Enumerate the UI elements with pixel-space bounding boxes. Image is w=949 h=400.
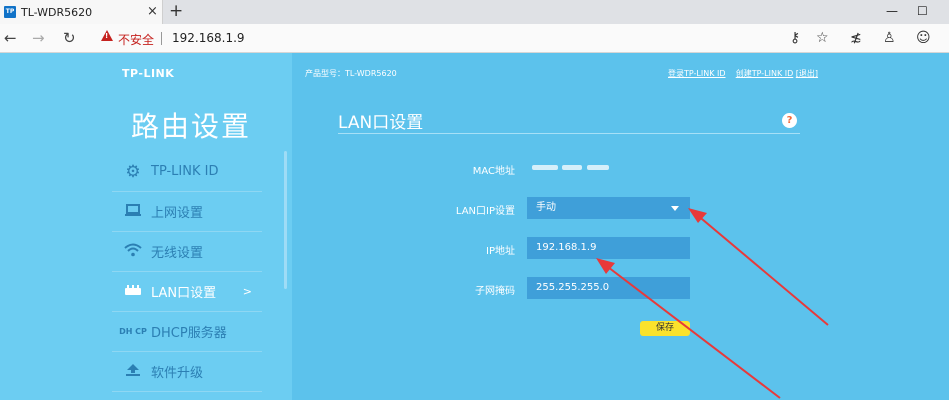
- dhcp-icon: DH CP: [119, 326, 147, 336]
- address-divider: [161, 32, 162, 45]
- sidebar-item-label: 软件升级: [151, 366, 204, 381]
- mac-address-value-blurred: [532, 163, 610, 173]
- insecure-label[interactable]: 不安全: [118, 31, 154, 48]
- login-tp-link-id-link[interactable]: 登录TP-LINK ID: [668, 69, 726, 78]
- dropdown-caret-icon: [671, 206, 679, 211]
- wifi-icon: [118, 242, 148, 262]
- laptop-icon: [118, 202, 148, 222]
- tp-link-favicon-icon: TP: [4, 6, 16, 18]
- sidebar: TP-LINK 路由设置 ⚙ TP-LINK ID 上网设置 无线设置 LAN口…: [0, 53, 292, 400]
- sidebar-item-label: 无线设置: [151, 246, 204, 261]
- sidebar-item-label: LAN口设置: [151, 286, 217, 301]
- sidebar-scrollbar[interactable]: [284, 151, 287, 289]
- logout-link[interactable]: [退出]: [796, 69, 818, 78]
- star-icon[interactable]: ☆: [816, 29, 829, 47]
- gear-icon: ⚙: [125, 161, 141, 182]
- lan-ip-setting-label: LAN口IP设置: [455, 206, 515, 217]
- profile-icon[interactable]: ♙: [883, 29, 896, 47]
- emoji-icon[interactable]: ☺: [916, 29, 931, 47]
- maximize-window-icon[interactable]: ☐: [917, 2, 928, 20]
- ip-address-label: IP地址: [486, 246, 515, 257]
- warning-icon: [101, 30, 113, 41]
- back-arrow-icon[interactable]: ←: [4, 29, 17, 47]
- sidebar-item-label: 上网设置: [151, 206, 204, 221]
- new-tab-icon[interactable]: +: [169, 1, 183, 21]
- help-icon[interactable]: ?: [782, 113, 797, 128]
- tab-title: TL-WDR5620: [21, 5, 93, 19]
- panel-divider: [338, 133, 800, 134]
- subnet-mask-label: 子网掩码: [475, 286, 515, 297]
- forward-arrow-icon[interactable]: →: [32, 29, 45, 47]
- sidebar-item-lan-settings[interactable]: LAN口设置 >: [112, 272, 262, 312]
- create-tp-link-id-link[interactable]: 创建TP-LINK ID: [736, 69, 794, 78]
- sidebar-item-tp-link-id[interactable]: ⚙ TP-LINK ID: [112, 152, 262, 192]
- minimize-window-icon[interactable]: —: [886, 2, 898, 20]
- lan-ip-setting-value: 手动: [536, 202, 556, 213]
- key-icon[interactable]: ⚷: [790, 29, 800, 47]
- address-bar: ← → ↻ 不安全 192.168.1.9 ⚷ ☆ ≴ ♙ ☺: [0, 24, 949, 53]
- tab-close-icon[interactable]: ×: [147, 4, 158, 19]
- sidebar-item-wireless-settings[interactable]: 无线设置: [112, 232, 262, 272]
- sidebar-item-label: DHCP服务器: [151, 326, 227, 341]
- ip-address-input[interactable]: 192.168.1.9: [527, 237, 690, 259]
- upload-icon: [118, 362, 148, 382]
- save-button[interactable]: 保存: [640, 321, 690, 336]
- router-admin-page: TP-LINK 路由设置 ⚙ TP-LINK ID 上网设置 无线设置 LAN口…: [0, 53, 949, 400]
- sidebar-title: 路由设置: [131, 110, 252, 143]
- sidebar-item-internet-settings[interactable]: 上网设置: [112, 192, 262, 232]
- chevron-right-icon: >: [242, 285, 252, 298]
- browser-tab[interactable]: TP TL-WDR5620 ×: [0, 0, 163, 24]
- account-links: 登录TP-LINK ID 创建TP-LINK ID [退出]: [668, 68, 818, 79]
- tab-bar: TP TL-WDR5620 × + — ☐: [0, 0, 949, 24]
- subnet-mask-input[interactable]: 255.255.255.0: [527, 277, 690, 299]
- router-icon: [118, 282, 148, 302]
- url-field[interactable]: 192.168.1.9: [172, 31, 245, 45]
- tp-link-logo: TP-LINK: [122, 67, 175, 80]
- sidebar-item-dhcp-server[interactable]: DH CP DHCP服务器: [112, 312, 262, 352]
- favorites-icon[interactable]: ≴: [850, 29, 862, 47]
- sidebar-item-software-upgrade[interactable]: 软件升级: [112, 352, 262, 392]
- mac-address-label: MAC地址: [472, 166, 515, 177]
- sidebar-item-label: TP-LINK ID: [151, 164, 219, 179]
- lan-ip-setting-select[interactable]: 手动: [527, 197, 690, 219]
- reload-icon[interactable]: ↻: [63, 29, 76, 47]
- product-model: 产品型号：TL-WDR5620: [305, 69, 397, 78]
- panel-title: LAN口设置: [338, 113, 424, 133]
